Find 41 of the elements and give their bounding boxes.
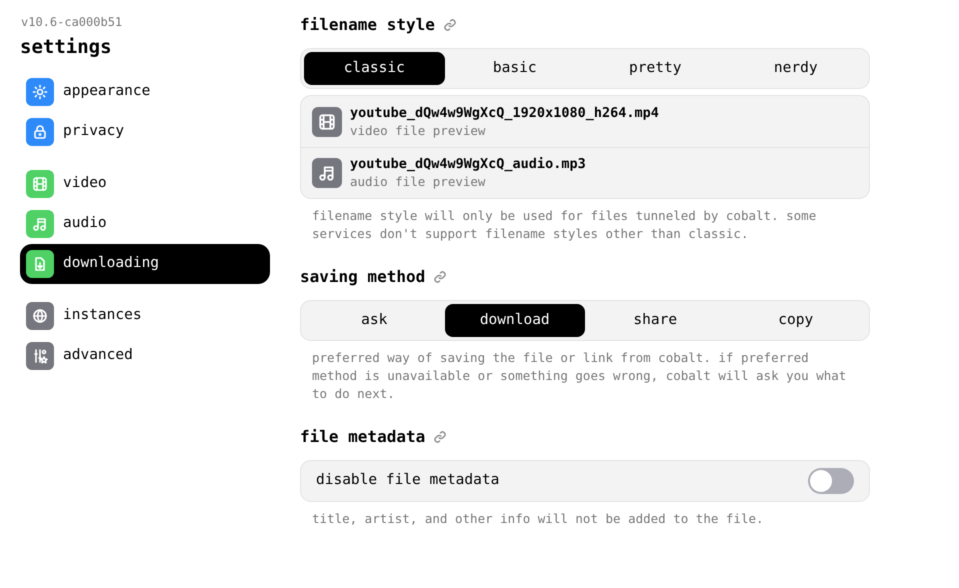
sidebar-item[interactable]: instances	[20, 296, 270, 336]
option-tab[interactable]: share	[585, 304, 726, 337]
version-label: v10.6-ca000b51	[21, 14, 124, 31]
section-description: title, artist, and other info will not be added to the file.	[311, 510, 765, 528]
file-download-icon	[32, 256, 48, 272]
sidebar-item[interactable]: audio	[20, 204, 270, 244]
file-caption: audio file preview	[350, 173, 486, 190]
option-tab[interactable]: ask	[304, 304, 444, 337]
sidebar-item[interactable]: privacy	[20, 112, 270, 152]
lock-icon	[32, 124, 48, 140]
sliders-icon	[32, 348, 48, 364]
option-tab[interactable]: nerdy	[726, 52, 866, 85]
film-icon	[318, 112, 336, 130]
option-tab[interactable]: copy	[726, 304, 866, 337]
sidebar-item[interactable]: advanced	[20, 336, 270, 376]
link-icon[interactable]	[433, 270, 448, 284]
option-tab[interactable]: basic	[444, 52, 585, 85]
section-title: file metadata	[300, 426, 426, 448]
option-tab[interactable]: classic	[304, 52, 444, 85]
file-caption: video file preview	[350, 122, 486, 138]
link-icon[interactable]	[433, 430, 448, 444]
file-name: youtube_dQw4w9WgXcQ_1920x1080_h264.mp4	[350, 104, 659, 122]
sidebar-item[interactable]: video	[20, 164, 270, 204]
toggle-label: disable file metadata	[316, 471, 500, 490]
sidebar-item[interactable]: appearance	[20, 72, 270, 112]
section-title: filename style	[300, 14, 435, 36]
toggle-switch[interactable]	[808, 468, 854, 494]
section-description: filename style will only be used for files tunneled by cobalt. some services don't support filename styles other than classic.	[311, 207, 818, 243]
sun-icon	[32, 84, 48, 100]
section-title: saving method	[300, 266, 426, 288]
sidebar-item[interactable]: downloading	[20, 244, 270, 284]
file-name: youtube_dQw4w9WgXcQ_audio.mp3	[350, 156, 586, 173]
film-icon	[32, 176, 48, 192]
settings-title: settings	[20, 35, 113, 60]
section-description: preferred way of saving the file or link from cobalt. if preferred method is unavailable or something goes wrong, cobalt will ask you what to do next.	[311, 349, 848, 403]
option-tab[interactable]: download	[444, 304, 585, 337]
option-tab[interactable]: pretty	[585, 52, 726, 85]
music-note-icon	[32, 216, 48, 232]
link-icon[interactable]	[442, 18, 457, 32]
music-note-icon	[318, 164, 336, 182]
globe-icon	[32, 308, 48, 324]
